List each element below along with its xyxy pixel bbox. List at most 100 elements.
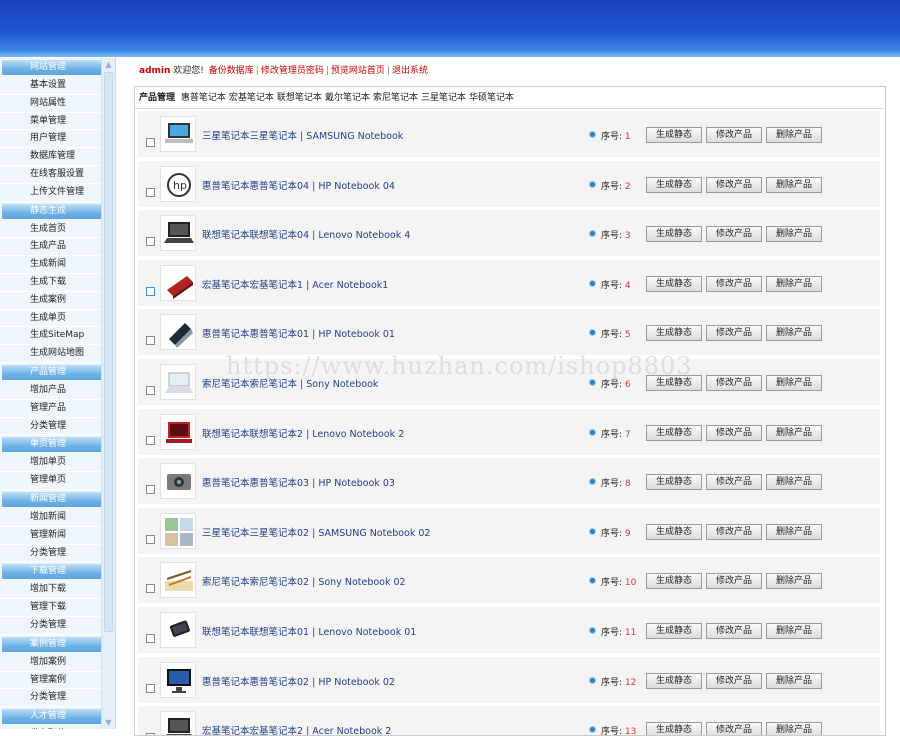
product-name[interactable]: 三星笔记本三星笔记本 | SAMSUNG Notebook <box>202 128 403 142</box>
edit-product-button[interactable]: 修改产品 <box>706 325 762 342</box>
delete-product-button[interactable]: 删除产品 <box>766 523 822 540</box>
delete-product-button[interactable]: 删除产品 <box>766 722 822 735</box>
sidebar-group-header[interactable]: 网站管理 <box>2 60 103 75</box>
generate-static-button[interactable]: 生成静态 <box>646 722 702 735</box>
generate-static-button[interactable]: 生成静态 <box>646 176 702 193</box>
scroll-up-icon[interactable]: ▲ <box>102 58 115 71</box>
sidebar-group-header[interactable]: 案例管理 <box>2 636 103 652</box>
sidebar-item[interactable]: 增加下载 <box>0 581 115 600</box>
sidebar-group-header[interactable]: 人才管理 <box>2 709 103 725</box>
sidebar-item[interactable]: 菜单管理 <box>0 113 115 131</box>
category-tab[interactable]: 华硕笔记本 <box>469 93 514 103</box>
generate-static-button[interactable]: 生成静态 <box>646 424 702 441</box>
delete-product-button[interactable]: 删除产品 <box>766 672 822 689</box>
sidebar-item[interactable]: 生成单页 <box>0 310 115 328</box>
sidebar-item[interactable]: 分类管理 <box>0 545 115 563</box>
change-password-link[interactable]: 修改管理员密码 <box>261 66 324 76</box>
row-checkbox[interactable] <box>146 187 155 197</box>
edit-product-button[interactable]: 修改产品 <box>706 573 762 590</box>
category-tab[interactable]: 戴尔笔记本 <box>325 93 370 103</box>
product-thumbnail[interactable] <box>160 364 196 400</box>
generate-static-button[interactable]: 生成静态 <box>646 325 702 342</box>
scrollbar-thumb[interactable] <box>104 72 113 632</box>
product-thumbnail[interactable] <box>160 463 196 500</box>
delete-product-button[interactable]: 删除产品 <box>766 325 822 342</box>
product-thumbnail[interactable] <box>160 612 196 648</box>
product-thumbnail[interactable] <box>160 215 196 252</box>
edit-product-button[interactable]: 修改产品 <box>706 127 762 143</box>
sidebar-item[interactable]: 分类管理 <box>0 418 115 436</box>
product-thumbnail[interactable] <box>160 314 196 351</box>
logout-link[interactable]: 退出系统 <box>392 66 428 76</box>
category-tab[interactable]: 联想笔记本 <box>277 93 322 103</box>
sidebar-item[interactable]: 生成产品 <box>0 238 115 257</box>
product-name[interactable]: 惠普笔记本惠普笔记本01 | HP Notebook 01 <box>202 326 395 340</box>
delete-product-button[interactable]: 删除产品 <box>766 127 822 143</box>
sidebar-group-header[interactable]: 静态生成 <box>2 203 103 219</box>
row-checkbox[interactable] <box>146 683 155 693</box>
sidebar-item[interactable]: 基本设置 <box>0 77 115 95</box>
delete-product-button[interactable]: 删除产品 <box>766 176 822 193</box>
sidebar-item[interactable]: 分类管理 <box>0 617 115 635</box>
product-name[interactable]: 宏基笔记本宏基笔记本2 | Acer Notebook 2 <box>202 723 391 735</box>
scroll-down-icon[interactable]: ▼ <box>102 716 115 729</box>
product-thumbnail[interactable] <box>160 413 196 450</box>
sidebar-item[interactable]: 增加产品 <box>0 382 115 400</box>
sidebar-item[interactable]: 网站属性 <box>0 95 115 113</box>
delete-product-button[interactable]: 删除产品 <box>766 424 822 441</box>
sidebar-item[interactable]: 生成新闻 <box>0 256 115 274</box>
sidebar-item[interactable]: 上传文件管理 <box>0 184 115 202</box>
product-name[interactable]: 三星笔记本三星笔记本02 | SAMSUNG Notebook 02 <box>202 525 430 539</box>
row-checkbox[interactable] <box>146 435 155 445</box>
generate-static-button[interactable]: 生成静态 <box>646 523 702 540</box>
sidebar-item[interactable]: 管理案例 <box>0 672 115 690</box>
edit-product-button[interactable]: 修改产品 <box>706 275 762 292</box>
row-checkbox[interactable] <box>146 237 155 247</box>
category-tab-all[interactable]: 产品管理 <box>139 93 175 103</box>
product-name[interactable]: 惠普笔记本惠普笔记本04 | HP Notebook 04 <box>202 178 395 192</box>
sidebar-item[interactable]: 增加新闻 <box>0 509 115 527</box>
category-tab[interactable]: 宏基笔记本 <box>229 93 274 103</box>
sidebar-item[interactable]: 数据库管理 <box>0 148 115 166</box>
sidebar-item[interactable]: 生成案例 <box>0 292 115 310</box>
product-name[interactable]: 索尼笔记本索尼笔记本02 | Sony Notebook 02 <box>202 574 406 588</box>
product-thumbnail[interactable] <box>160 661 196 698</box>
sidebar-item[interactable]: 管理新闻 <box>0 527 115 545</box>
sidebar-scrollbar[interactable]: ▲ ▼ <box>101 58 115 729</box>
product-name[interactable]: 联想笔记本联想笔记本04 | Lenovo Notebook 4 <box>202 227 410 241</box>
delete-product-button[interactable]: 删除产品 <box>766 375 822 391</box>
sidebar-item[interactable]: 增加单页 <box>0 454 115 473</box>
sidebar-group-header[interactable]: 产品管理 <box>2 364 103 380</box>
category-tab[interactable]: 惠普笔记本 <box>181 93 226 103</box>
sidebar-item[interactable]: 在线客服设置 <box>0 166 115 184</box>
edit-product-button[interactable]: 修改产品 <box>706 226 762 243</box>
edit-product-button[interactable]: 修改产品 <box>706 722 762 735</box>
product-name[interactable]: 索尼笔记本索尼笔记本 | Sony Notebook <box>202 376 378 390</box>
sidebar-item[interactable]: 生成首页 <box>0 221 115 239</box>
delete-product-button[interactable]: 删除产品 <box>766 226 822 243</box>
row-checkbox[interactable] <box>146 138 155 147</box>
sidebar-item[interactable]: 生成下载 <box>0 274 115 292</box>
product-name[interactable]: 宏基笔记本宏基笔记本1 | Acer Notebook1 <box>202 277 388 291</box>
generate-static-button[interactable]: 生成静态 <box>646 275 702 292</box>
edit-product-button[interactable]: 修改产品 <box>706 424 762 441</box>
sidebar-item[interactable]: 用户管理 <box>0 130 115 149</box>
product-thumbnail[interactable] <box>160 711 196 735</box>
delete-product-button[interactable]: 删除产品 <box>766 275 822 292</box>
sidebar-item[interactable]: 生成网站地图 <box>0 345 115 363</box>
product-thumbnail[interactable] <box>160 562 196 599</box>
generate-static-button[interactable]: 生成静态 <box>646 672 702 689</box>
generate-static-button[interactable]: 生成静态 <box>646 226 702 243</box>
sidebar-item[interactable]: 增加案例 <box>0 654 115 672</box>
row-checkbox[interactable] <box>146 584 155 594</box>
product-name[interactable]: 惠普笔记本惠普笔记本03 | HP Notebook 03 <box>202 475 395 489</box>
category-tab[interactable]: 三星笔记本 <box>421 93 466 103</box>
product-name[interactable]: 联想笔记本联想笔记本2 | Lenovo Notebook 2 <box>202 426 404 440</box>
delete-product-button[interactable]: 删除产品 <box>766 573 822 590</box>
edit-product-button[interactable]: 修改产品 <box>706 375 762 391</box>
row-checkbox[interactable] <box>146 286 155 296</box>
delete-product-button[interactable]: 删除产品 <box>766 623 822 639</box>
product-name[interactable]: 惠普笔记本惠普笔记本02 | HP Notebook 02 <box>202 674 395 688</box>
edit-product-button[interactable]: 修改产品 <box>706 523 762 540</box>
generate-static-button[interactable]: 生成静态 <box>646 474 702 491</box>
